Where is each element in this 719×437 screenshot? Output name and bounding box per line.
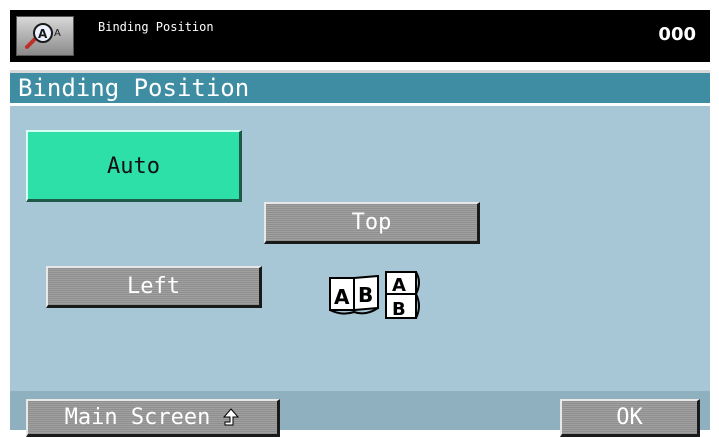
svg-text:A: A <box>54 28 61 39</box>
book-left-letter-a: A <box>334 285 350 309</box>
main-screen-button[interactable]: Main Screen <box>26 399 280 437</box>
svg-text:A: A <box>38 27 48 41</box>
auto-button-label: Auto <box>107 154 160 179</box>
top-button[interactable]: Top <box>264 202 480 244</box>
accessibility-magnifier-icon[interactable]: A A <box>16 16 74 56</box>
top-button-label: Top <box>351 210 392 235</box>
main-screen-label: Main Screen <box>64 405 211 430</box>
book-top-letter-b: B <box>392 299 406 320</box>
book-top-letter-a: A <box>392 275 406 296</box>
book-left-letter-b: B <box>358 283 373 307</box>
dialog-titlebar: Binding Position <box>10 70 710 106</box>
auto-button[interactable]: Auto <box>26 130 242 202</box>
dialog-title: Binding Position <box>18 74 250 102</box>
ok-button[interactable]: OK <box>560 399 700 437</box>
copy-counter: 000 <box>658 24 696 45</box>
header-title: Binding Position <box>98 20 214 34</box>
ok-button-label: OK <box>616 405 643 430</box>
return-up-arrow-icon <box>223 407 240 425</box>
binding-position-dialog: Binding Position Auto Top Left A B A B <box>10 70 710 430</box>
header-bar: A A Binding Position 000 <box>10 10 710 62</box>
left-button-label: Left <box>127 274 180 299</box>
left-button[interactable]: Left <box>46 266 262 308</box>
binding-book-icon: A B A B <box>328 270 428 322</box>
